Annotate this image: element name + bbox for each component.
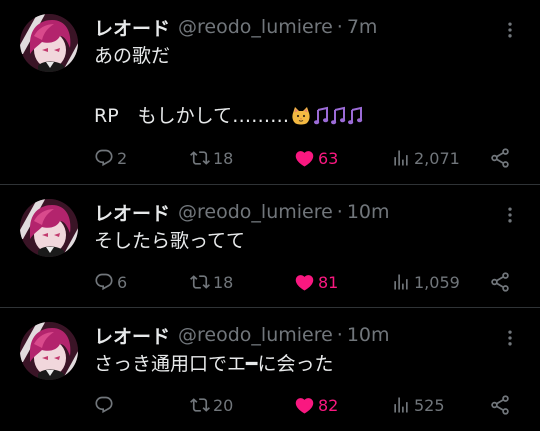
cat-face-icon [291, 106, 311, 126]
views-button[interactable]: 1,059 [391, 269, 460, 295]
share-button[interactable] [489, 269, 511, 295]
reply-button[interactable] [94, 392, 117, 418]
separator-dot: · [336, 324, 343, 346]
timestamp[interactable]: 10m [347, 324, 390, 346]
tweet-actions: 2 18 63 2,071 [0, 145, 540, 171]
retweet-count: 18 [213, 148, 234, 168]
tweet-header: レオード @reodo_lumiere · 7m [94, 14, 377, 40]
display-name[interactable]: レオード [94, 322, 170, 349]
reply-icon [94, 395, 114, 415]
timestamp[interactable]: 10m [347, 201, 390, 223]
like-count: 63 [318, 148, 339, 168]
retweet-button[interactable]: 18 [190, 269, 233, 295]
avatar[interactable] [20, 322, 78, 380]
tweet-actions: 20 82 525 [0, 392, 540, 418]
tweet-header: レオード @reodo_lumiere · 10m [94, 199, 390, 225]
reply-icon [94, 148, 114, 168]
tweet[interactable]: レオード @reodo_lumiere · 10m さっき通用口でエ━に会った … [0, 308, 540, 431]
musical-notes-icon [330, 106, 347, 126]
like-count: 81 [318, 272, 339, 292]
views-count: 2,071 [414, 148, 460, 168]
tweet-text-line: RP もしかして……… [94, 104, 364, 128]
share-icon [489, 394, 511, 416]
handle[interactable]: @reodo_lumiere [178, 324, 333, 346]
musical-notes-group [313, 106, 364, 126]
separator-dot: · [336, 16, 343, 38]
share-button[interactable] [489, 145, 511, 171]
views-icon [391, 148, 411, 168]
views-button[interactable]: 525 [391, 392, 445, 418]
like-button[interactable]: 63 [294, 145, 338, 171]
handle[interactable]: @reodo_lumiere [178, 201, 333, 223]
like-count: 82 [318, 395, 339, 415]
views-icon [391, 395, 411, 415]
retweet-icon [190, 148, 210, 168]
avatar[interactable] [20, 14, 78, 72]
tweet-text: あの歌だ [94, 45, 171, 67]
retweet-icon [190, 395, 210, 415]
retweet-button[interactable]: 20 [190, 392, 233, 418]
retweet-count: 18 [213, 272, 234, 292]
retweet-button[interactable]: 18 [190, 145, 233, 171]
tweet[interactable]: レオード @reodo_lumiere · 10m そしたら歌ってて 6 18 … [0, 185, 540, 308]
tweet-actions: 6 18 81 1,059 [0, 269, 540, 295]
avatar[interactable] [20, 199, 78, 257]
share-button[interactable] [489, 392, 511, 418]
reply-count: 2 [117, 148, 128, 168]
heart-icon [294, 272, 315, 293]
display-name[interactable]: レオード [94, 14, 170, 41]
reply-icon [94, 272, 114, 292]
views-count: 525 [414, 395, 445, 415]
tweet[interactable]: レオード @reodo_lumiere · 7m あの歌だ RP もしかして……… [0, 0, 540, 185]
share-icon [489, 271, 511, 293]
like-button[interactable]: 81 [294, 269, 338, 295]
timestamp[interactable]: 7m [347, 16, 378, 38]
share-icon [489, 147, 511, 169]
tweet-text: そしたら歌ってて [94, 230, 246, 252]
separator-dot: · [336, 201, 343, 223]
tweet-text: さっき通用口でエ━に会った [94, 353, 334, 375]
heart-icon [294, 395, 315, 416]
reply-count: 6 [117, 272, 128, 292]
more-options-icon[interactable] [500, 205, 520, 225]
like-button[interactable]: 82 [294, 392, 338, 418]
display-name[interactable]: レオード [94, 199, 170, 226]
views-count: 1,059 [414, 272, 460, 292]
reply-button[interactable]: 2 [94, 145, 127, 171]
tweet-text-line-label: RP もしかして……… [94, 105, 290, 127]
musical-notes-icon [313, 106, 330, 126]
more-options-icon[interactable] [500, 20, 520, 40]
reply-button[interactable]: 6 [94, 269, 127, 295]
musical-notes-icon [347, 106, 364, 126]
views-icon [391, 272, 411, 292]
more-options-icon[interactable] [500, 328, 520, 348]
retweet-count: 20 [213, 395, 234, 415]
heart-icon [294, 148, 315, 169]
tweet-header: レオード @reodo_lumiere · 10m [94, 322, 390, 348]
handle[interactable]: @reodo_lumiere [178, 16, 333, 38]
views-button[interactable]: 2,071 [391, 145, 460, 171]
retweet-icon [190, 272, 210, 292]
